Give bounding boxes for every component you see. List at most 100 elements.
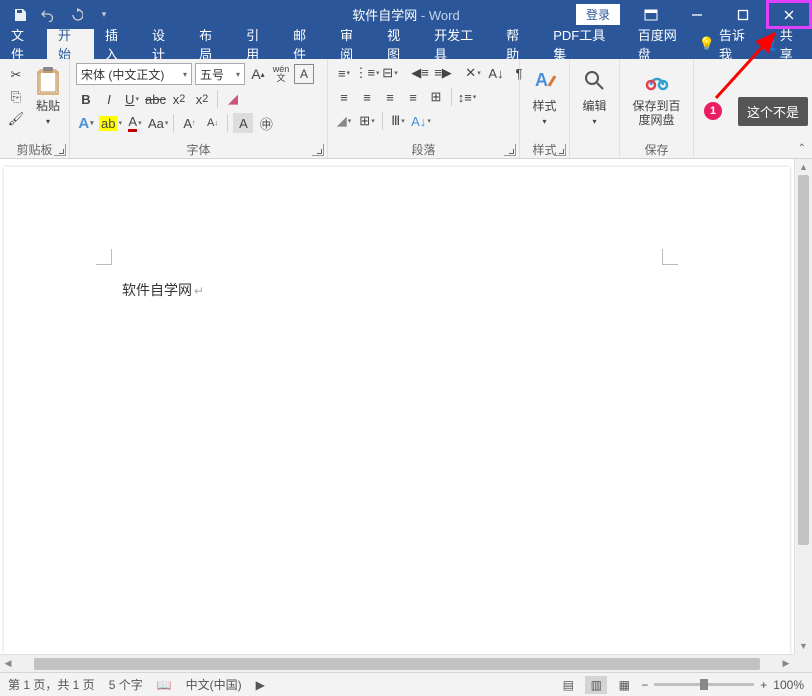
tab-help[interactable]: 帮助 bbox=[495, 29, 542, 59]
undo-icon[interactable] bbox=[36, 3, 60, 27]
italic-icon[interactable]: I bbox=[99, 89, 119, 109]
vertical-scrollbar[interactable]: ▲ ▼ bbox=[794, 159, 812, 654]
view-web-icon[interactable]: ▦ bbox=[613, 676, 635, 694]
cut-icon[interactable]: ✂ bbox=[6, 65, 26, 85]
tab-developer[interactable]: 开发工具 bbox=[423, 29, 495, 59]
grow-font-a-icon[interactable]: A↓ bbox=[202, 113, 222, 133]
status-macro-icon[interactable]: ▶ bbox=[256, 678, 265, 692]
change-case-icon[interactable]: Aa▾ bbox=[148, 113, 168, 133]
status-lang[interactable]: 中文(中国) bbox=[186, 676, 242, 693]
format-painter-icon[interactable]: 🖌 bbox=[6, 109, 26, 129]
tab-baidu[interactable]: 百度网盘 bbox=[627, 29, 699, 59]
qat-dropdown-icon[interactable]: ▾ bbox=[92, 3, 116, 27]
increase-indent-icon[interactable]: ≡▶ bbox=[433, 63, 453, 83]
app-name: Word bbox=[429, 8, 460, 23]
justify-icon[interactable]: ≡ bbox=[403, 87, 423, 107]
zoom-in-icon[interactable]: + bbox=[760, 678, 767, 692]
font-name-combo[interactable]: 宋体 (中文正文)▾ bbox=[76, 63, 192, 85]
tab-file[interactable]: 文件 bbox=[0, 29, 47, 59]
line-spacing-icon[interactable]: ↕≡▾ bbox=[457, 87, 477, 107]
save-icon[interactable] bbox=[8, 3, 32, 27]
asian-layout-icon[interactable]: ✕▾ bbox=[463, 63, 483, 83]
tab-pdf[interactable]: PDF工具集 bbox=[542, 29, 627, 59]
font-size-combo[interactable]: 五号▾ bbox=[195, 63, 245, 85]
login-button[interactable]: 登录 bbox=[576, 4, 620, 25]
align-right-icon[interactable]: ≡ bbox=[380, 87, 400, 107]
tab-layout[interactable]: 布局 bbox=[188, 29, 235, 59]
zoom-slider[interactable] bbox=[654, 683, 754, 686]
view-print-icon[interactable]: ▥ bbox=[585, 676, 607, 694]
tab-review[interactable]: 审阅 bbox=[329, 29, 376, 59]
align-left-icon[interactable]: ≡ bbox=[334, 87, 354, 107]
paragraph-launcher[interactable] bbox=[504, 144, 516, 156]
char-border-icon[interactable]: A bbox=[294, 64, 314, 84]
clipboard-launcher[interactable] bbox=[54, 144, 66, 156]
tab-design[interactable]: 设计 bbox=[141, 29, 188, 59]
redo-icon[interactable] bbox=[64, 3, 88, 27]
tab-references[interactable]: 引用 bbox=[235, 29, 282, 59]
borders-icon[interactable]: ⊞▾ bbox=[357, 111, 377, 131]
status-page[interactable]: 第 1 页，共 1 页 bbox=[8, 676, 95, 693]
zoom-level[interactable]: 100% bbox=[773, 678, 804, 692]
ribbon-tabs: 文件 开始 插入 设计 布局 引用 邮件 审阅 视图 开发工具 帮助 PDF工具… bbox=[0, 29, 812, 59]
maximize-icon[interactable] bbox=[720, 0, 766, 29]
snap-grid-icon[interactable]: Ⅲ▾ bbox=[388, 111, 408, 131]
status-proofing-icon[interactable]: 📖 bbox=[157, 678, 172, 692]
font-color-icon[interactable]: A▾ bbox=[125, 113, 145, 133]
status-words[interactable]: 5 个字 bbox=[109, 676, 143, 693]
minimize-icon[interactable] bbox=[674, 0, 720, 29]
paste-button[interactable]: 粘贴▾ bbox=[26, 63, 70, 140]
share-button[interactable]: 👤共享 bbox=[762, 25, 804, 63]
bullets-icon[interactable]: ≡▾ bbox=[334, 63, 354, 83]
align-center-icon[interactable]: ≡ bbox=[357, 87, 377, 107]
scroll-left-icon[interactable]: ◀ bbox=[0, 658, 16, 669]
shrink-font-a-icon[interactable]: A↑ bbox=[179, 113, 199, 133]
document-area[interactable]: 软件自学网↵ bbox=[0, 159, 794, 654]
strike-icon[interactable]: abc bbox=[145, 89, 166, 109]
tab-view[interactable]: 视图 bbox=[376, 29, 423, 59]
decrease-indent-icon[interactable]: ◀≡ bbox=[410, 63, 430, 83]
scroll-right-icon[interactable]: ▶ bbox=[778, 658, 794, 669]
copy-icon[interactable]: ⎘ bbox=[6, 87, 26, 107]
status-bar: 第 1 页，共 1 页 5 个字 📖 中文(中国) ▶ ▤ ▥ ▦ − + 10… bbox=[0, 672, 812, 696]
vscroll-thumb[interactable] bbox=[798, 175, 809, 545]
para-sort-icon[interactable]: A↓▾ bbox=[411, 111, 431, 131]
phonetic-guide-icon[interactable]: wén文 bbox=[271, 64, 291, 84]
scroll-up-icon[interactable]: ▲ bbox=[795, 159, 812, 175]
ribbon: ✂ ⎘ 🖌 粘贴▾ 剪贴板 宋体 (中文正文)▾ 五号▾ A▴ wén文 A B… bbox=[0, 59, 812, 159]
styles-button[interactable]: A 样式▾ bbox=[523, 63, 567, 140]
close-icon[interactable] bbox=[766, 0, 812, 29]
hscroll-thumb[interactable] bbox=[34, 658, 760, 670]
subscript-icon[interactable]: x2 bbox=[169, 89, 189, 109]
styles-launcher[interactable] bbox=[554, 144, 566, 156]
multilevel-icon[interactable]: ⊟▾ bbox=[380, 63, 400, 83]
shading-icon[interactable]: ◢▾ bbox=[334, 111, 354, 131]
zoom-out-icon[interactable]: − bbox=[641, 678, 648, 692]
quick-access-toolbar: ▾ bbox=[0, 3, 116, 27]
grow-font-icon[interactable]: A▴ bbox=[248, 64, 268, 84]
tell-me[interactable]: 💡告诉我 bbox=[699, 25, 756, 63]
bold-icon[interactable]: B bbox=[76, 89, 96, 109]
font-launcher[interactable] bbox=[312, 144, 324, 156]
scroll-down-icon[interactable]: ▼ bbox=[795, 638, 812, 654]
ribbon-options-icon[interactable] bbox=[628, 0, 674, 29]
view-read-icon[interactable]: ▤ bbox=[557, 676, 579, 694]
distribute-icon[interactable]: ⊞ bbox=[426, 87, 446, 107]
numbering-icon[interactable]: ⋮≡▾ bbox=[357, 63, 377, 83]
clear-format-icon[interactable]: ◢ bbox=[223, 89, 243, 109]
editing-button[interactable]: 编辑▾ bbox=[573, 63, 617, 140]
highlight-icon[interactable]: ab▾ bbox=[99, 113, 122, 133]
save-baidu-button[interactable]: 保存到百度网盘 bbox=[626, 63, 687, 140]
underline-icon[interactable]: U▾ bbox=[122, 89, 142, 109]
tab-mailings[interactable]: 邮件 bbox=[282, 29, 329, 59]
collapse-ribbon-icon[interactable]: ⌃ bbox=[798, 143, 806, 154]
tab-insert[interactable]: 插入 bbox=[94, 29, 141, 59]
tab-home[interactable]: 开始 bbox=[47, 29, 94, 59]
text-effects-icon[interactable]: A▾ bbox=[76, 113, 96, 133]
superscript-icon[interactable]: x2 bbox=[192, 89, 212, 109]
sort-icon[interactable]: A↓ bbox=[486, 63, 506, 83]
horizontal-scrollbar[interactable]: ◀ ▶ bbox=[0, 654, 794, 672]
enclose-char-icon[interactable]: ㊥ bbox=[256, 113, 276, 133]
char-shading-icon[interactable]: A bbox=[233, 113, 253, 133]
document-text[interactable]: 软件自学网↵ bbox=[122, 280, 204, 300]
